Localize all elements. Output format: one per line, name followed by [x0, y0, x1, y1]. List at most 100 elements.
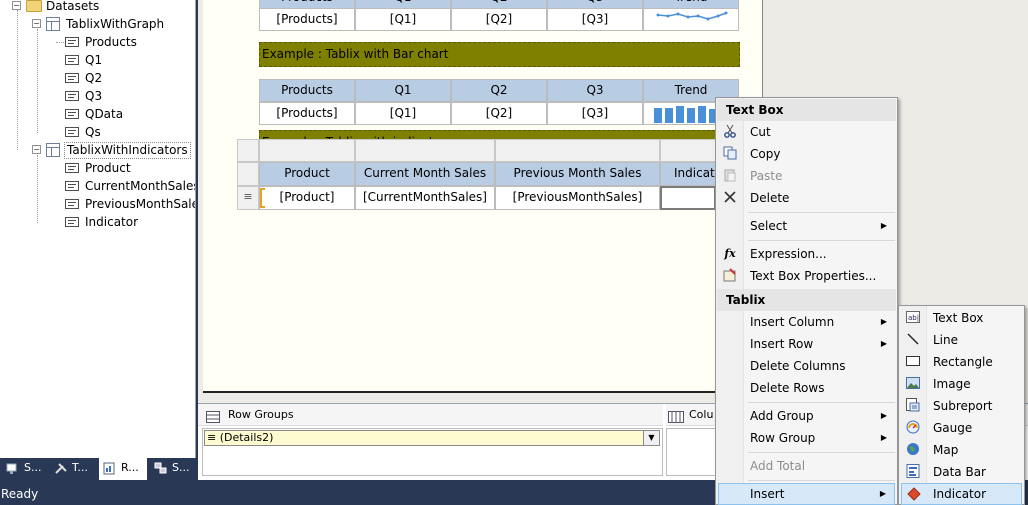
details-group-item[interactable]: ≡ (Details2) ▼: [204, 430, 660, 446]
banner-indicators[interactable]: Example : Tablix with indicators: [259, 130, 740, 139]
submenu-item-rectangle[interactable]: Rectangle: [901, 351, 1022, 373]
tablix3-header-cell[interactable]: Previous Month Sales: [495, 162, 660, 186]
menu-item-label: Data Bar: [933, 465, 986, 479]
tree-item-label: TablixWithIndicators: [64, 142, 191, 159]
menu-item-label: Delete Columns: [750, 359, 846, 373]
menu-item-paste[interactable]: Paste: [718, 165, 895, 187]
tablix2-header-cell[interactable]: Q1: [355, 79, 451, 102]
tablix-corner-handle[interactable]: [237, 139, 259, 162]
menu-item-add-group[interactable]: Add Group ▶: [718, 405, 895, 427]
tablix1-data-cell[interactable]: [Products]: [259, 8, 355, 31]
chevron-down-icon[interactable]: ▼: [643, 431, 659, 445]
solution-explorer-icon: [154, 462, 168, 475]
tree-item-label: TablixWithGraph: [66, 17, 165, 31]
submenu-item-indicator[interactable]: Indicator: [901, 483, 1022, 505]
menu-item-insert-row[interactable]: Insert Row ▶: [718, 333, 895, 355]
tablix2-data-cell[interactable]: [Q1]: [355, 102, 451, 125]
tablix3-data-cell[interactable]: [PreviousMonthSales]: [495, 186, 660, 210]
menu-item-expression[interactable]: fx Expression...: [718, 243, 895, 265]
tablix1-data-cell[interactable]: [Q1]: [355, 8, 451, 31]
tablix1-data-cell[interactable]: [Q3]: [547, 8, 643, 31]
tab-toolbox[interactable]: T...: [50, 458, 96, 480]
menu-item-textbox-properties[interactable]: Text Box Properties...: [718, 265, 895, 287]
menu-item-copy[interactable]: Copy: [718, 143, 895, 165]
details-group-label: ≡ (Details2): [207, 431, 274, 444]
banner-bar-chart[interactable]: Example : Tablix with Bar chart: [259, 42, 740, 67]
menu-item-delete-columns[interactable]: Delete Columns: [718, 355, 895, 377]
field-icon: [65, 127, 79, 137]
submenu-item-gauge[interactable]: Gauge: [901, 417, 1022, 439]
tablix3-header-cell[interactable]: Current Month Sales: [355, 162, 495, 186]
menu-item-label: Text Box: [933, 311, 984, 325]
menu-item-label: Text Box Properties...: [750, 269, 877, 283]
context-menu: Text Box Cut Copy Paste Delete Select ▶ …: [715, 97, 898, 505]
tablix1-data-cell[interactable]: [Q2]: [451, 8, 547, 31]
row-groups-label: Row Groups: [228, 408, 294, 421]
menu-item-add-total[interactable]: Add Total: [718, 455, 895, 477]
column-handle[interactable]: [355, 139, 495, 162]
menu-item-delete[interactable]: Delete: [718, 187, 895, 209]
tab-report-data[interactable]: R...: [99, 458, 147, 480]
tab-label: S...: [24, 461, 42, 474]
sparkline-cell[interactable]: [643, 8, 739, 31]
collapse-icon[interactable]: −: [32, 19, 41, 28]
tab-solution-explorer[interactable]: S...: [150, 458, 196, 480]
folder-icon: [26, 0, 42, 12]
menu-item-insert-column[interactable]: Insert Column ▶: [718, 311, 895, 333]
tablix2-header-cell[interactable]: Q3: [547, 79, 643, 102]
menu-separator: [748, 212, 895, 213]
menu-item-select[interactable]: Select ▶: [718, 215, 895, 237]
submenu-item-subreport[interactable]: Subreport: [901, 395, 1022, 417]
submenu-item-textbox[interactable]: ab| Text Box: [901, 307, 1022, 329]
status-text: Ready: [1, 487, 39, 501]
menu-section-textbox: Text Box: [717, 99, 896, 121]
tree-item-label: Products: [85, 35, 137, 49]
menu-item-label: Row Group: [750, 431, 816, 445]
tablix2-data-cell[interactable]: [Q2]: [451, 102, 547, 125]
collapse-icon[interactable]: −: [12, 1, 21, 10]
details-row-handle-icon[interactable]: ≡: [237, 186, 259, 210]
menu-item-label: Paste: [750, 169, 783, 183]
tablix3-data-cell[interactable]: [Product]: [259, 186, 355, 210]
menu-section-tablix: Tablix: [717, 289, 896, 311]
menu-separator: [748, 452, 895, 453]
column-handle[interactable]: [660, 139, 720, 162]
submenu-item-line[interactable]: Line: [901, 329, 1022, 351]
tablix2-data-cell[interactable]: [Products]: [259, 102, 355, 125]
globe-map-icon: [905, 442, 921, 458]
menu-item-insert[interactable]: Insert ▶: [718, 483, 895, 505]
tablix3-data-cell[interactable]: [CurrentMonthSales]: [355, 186, 495, 210]
menu-item-label: Insert Column: [750, 315, 835, 329]
indicator-cell-selected[interactable]: [660, 186, 716, 210]
tablix3-header-cell[interactable]: Product: [259, 162, 355, 186]
menu-item-label: Add Total: [750, 459, 806, 473]
tree-item-label: QData: [85, 107, 124, 121]
collapse-icon[interactable]: −: [32, 145, 41, 154]
textbox-icon: ab|: [905, 310, 921, 326]
tablix2-header-cell[interactable]: Products: [259, 79, 355, 102]
menu-separator: [748, 240, 895, 241]
menu-item-label: Map: [933, 443, 959, 457]
menu-item-label: Subreport: [933, 399, 993, 413]
menu-item-label: Image: [933, 377, 971, 391]
menu-item-row-group[interactable]: Row Group ▶: [718, 427, 895, 449]
submenu-item-databar[interactable]: Data Bar: [901, 461, 1022, 483]
tree-item-label: Indicator: [85, 215, 139, 229]
column-handle[interactable]: [495, 139, 660, 162]
subreport-icon: [905, 398, 921, 414]
tool-window-tabs: S... T... R... S...: [0, 458, 198, 480]
indicator-diamond-icon: [906, 487, 922, 503]
tablix2-data-cell[interactable]: [Q3]: [547, 102, 643, 125]
tablix2-header-cell[interactable]: Q2: [451, 79, 547, 102]
submenu-item-image[interactable]: Image: [901, 373, 1022, 395]
menu-item-label: Expression...: [750, 247, 827, 261]
menu-item-cut[interactable]: Cut: [718, 121, 895, 143]
submenu-item-map[interactable]: Map: [901, 439, 1022, 461]
field-icon: [65, 91, 79, 101]
menu-item-label: Insert: [750, 487, 785, 501]
column-handle[interactable]: [259, 139, 355, 162]
menu-item-delete-rows[interactable]: Delete Rows: [718, 377, 895, 399]
row-handle[interactable]: [237, 162, 259, 186]
tab-server-explorer[interactable]: S...: [2, 458, 48, 480]
dataset-icon: [46, 17, 60, 31]
